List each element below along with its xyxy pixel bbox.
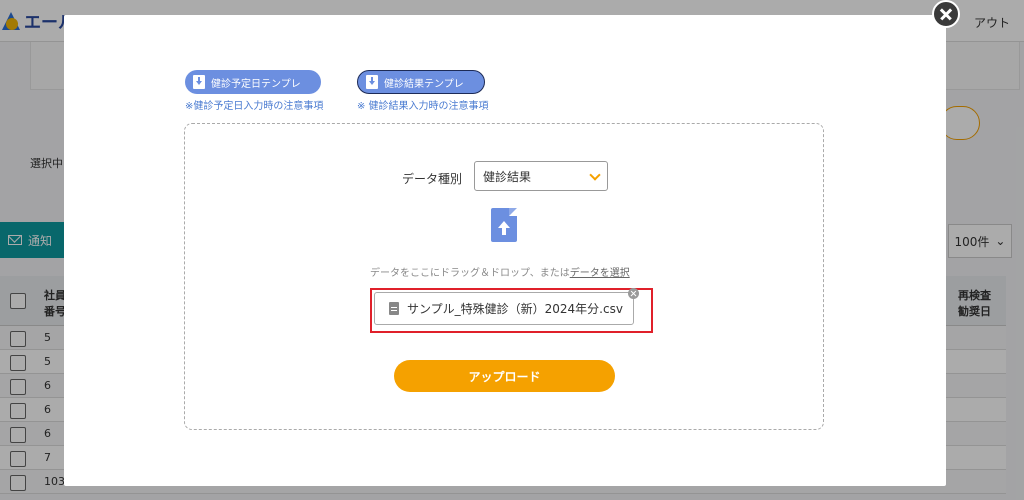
upload-modal: 健診予定日テンプレ ※健診予定日入力時の注意事項 健診結果テンプレ ※ 健診結果… [64, 15, 946, 486]
selected-file-chip: サンプル_特殊健診（新）2024年分.csv [374, 292, 634, 325]
download-icon [193, 75, 205, 89]
schedule-template-note[interactable]: ※健診予定日入力時の注意事項 [185, 97, 323, 112]
result-template-label: 健診結果テンプレ [384, 78, 464, 90]
drop-instruction: データをここにドラッグ＆ドロップ、またはデータを選択 [370, 264, 630, 279]
chevron-down-icon [589, 169, 601, 181]
download-icon [366, 75, 378, 89]
document-icon [389, 302, 399, 315]
upload-button[interactable]: アップロード [394, 360, 615, 392]
file-name: サンプル_特殊健診（新）2024年分.csv [407, 302, 623, 316]
file-upload-icon [491, 208, 517, 242]
result-template-button[interactable]: 健診結果テンプレ [357, 70, 485, 94]
drop-instruction-text: データをここにドラッグ＆ドロップ、または [370, 268, 570, 279]
result-template-note[interactable]: ※ 健診結果入力時の注意事項 [357, 97, 489, 112]
close-icon[interactable] [932, 0, 960, 28]
schedule-template-button[interactable]: 健診予定日テンプレ [185, 70, 321, 94]
remove-file-icon[interactable] [628, 288, 639, 299]
data-type-label: データ種別 [402, 172, 463, 186]
data-type-select[interactable]: 健診結果 [474, 161, 608, 191]
select-data-link[interactable]: データを選択 [570, 268, 630, 279]
file-upload-icon-arrow [502, 227, 506, 235]
data-type-value: 健診結果 [483, 169, 532, 184]
schedule-template-label: 健診予定日テンプレ [211, 78, 301, 90]
